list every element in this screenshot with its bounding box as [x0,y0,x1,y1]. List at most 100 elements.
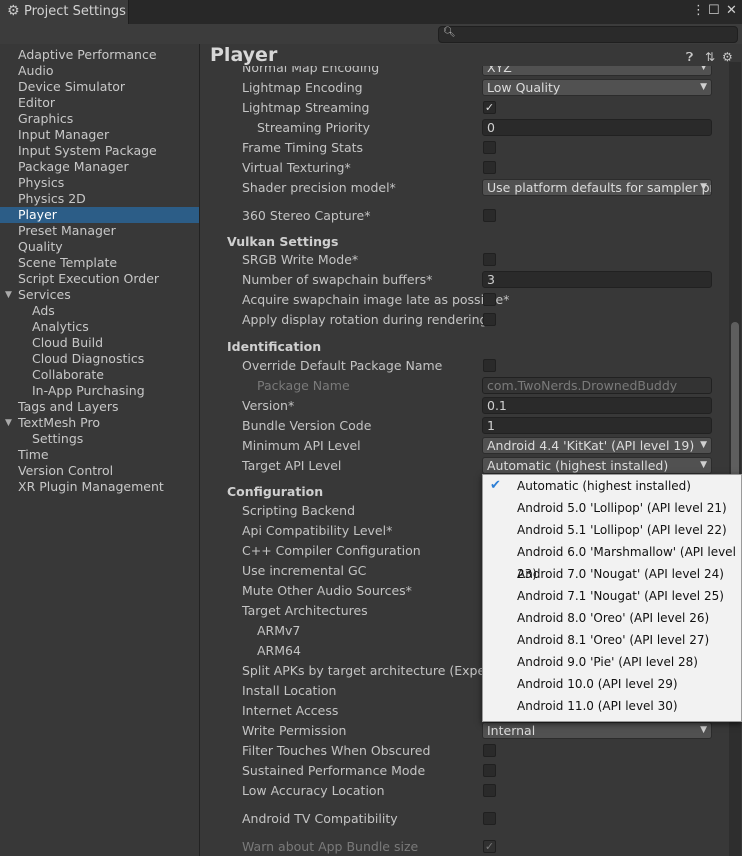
chevron-down-icon: ▼ [700,66,707,72]
dropdown-option-android-6-0-marshmallow-api-level-23[interactable]: Android 6.0 'Marshmallow' (API level 23) [483,541,741,581]
package-name-field: com.TwoNerds.DrownedBuddy [482,377,712,394]
android-tv-compatibility-checkbox[interactable] [483,812,496,825]
streaming-priority-field[interactable]: 0 [482,119,712,136]
sidebar-item-label: Settings [32,431,84,446]
sidebar-item-input-manager[interactable]: Input Manager [0,127,199,143]
sidebar-item-label: Graphics [18,111,74,126]
sidebar-item-services[interactable]: ▼ Services [0,287,199,303]
setting-label: Write Permission [242,723,347,738]
sidebar-item-label: Preset Manager [18,223,116,238]
sidebar-item-label: Player [18,207,57,222]
sidebar-item-ads[interactable]: Ads [0,303,199,319]
sidebar-item-player[interactable]: Player [0,207,199,223]
sidebar-item-audio[interactable]: Audio [0,63,199,79]
dropdown-value: Internal [487,723,536,738]
search-input[interactable]: 🔍︎ [438,26,738,43]
dropdown-option-automatic-highest-installed[interactable]: ✔ Automatic (highest installed) [483,475,741,497]
window-tab[interactable]: ⚙ Project Settings [0,0,129,24]
shader-precision-model-dropdown[interactable]: Use platform defaults for sampler precis… [482,179,712,196]
setting-label: ARM64 [257,643,301,658]
sidebar-item-tags-and-layers[interactable]: Tags and Layers [0,399,199,415]
sidebar-item-editor[interactable]: Editor [0,95,199,111]
setting-row-warn-about-app-bundle-size: Warn about App Bundle size ✓ [200,837,730,856]
expand-arrow-icon[interactable]: ▼ [5,415,12,431]
sidebar-item-cloud-build[interactable]: Cloud Build [0,335,199,351]
low-accuracy-location-checkbox[interactable] [483,784,496,797]
srgb-write-mode-checkbox[interactable] [483,253,496,266]
help-icon[interactable]: ❓︎ [686,50,693,65]
sustained-performance-mode-checkbox[interactable] [483,764,496,777]
sidebar-item-textmesh-pro[interactable]: ▼ TextMesh Pro [0,415,199,431]
dropdown-option-android-7-1-nougat-api-level-25[interactable]: Android 7.1 'Nougat' (API level 25) [483,585,741,607]
dropdown-option-android-7-0-nougat-api-level-24[interactable]: Android 7.0 'Nougat' (API level 24) [483,563,741,585]
dropdown-option-android-8-1-oreo-api-level-27[interactable]: Android 8.1 'Oreo' (API level 27) [483,629,741,651]
sidebar-item-quality[interactable]: Quality [0,239,199,255]
dropdown-option-android-5-1-lollipop-api-level-22[interactable]: Android 5.1 'Lollipop' (API level 22) [483,519,741,541]
sidebar-item-device-simulator[interactable]: Device Simulator [0,79,199,95]
dropdown-option-android-5-0-lollipop-api-level-21[interactable]: Android 5.0 'Lollipop' (API level 21) [483,497,741,519]
sidebar-item-in-app-purchasing[interactable]: In-App Purchasing [0,383,199,399]
more-options-icon[interactable]: ⋮ [692,3,705,18]
expand-arrow-icon[interactable]: ▼ [5,287,12,303]
sidebar-item-input-system-package[interactable]: Input System Package [0,143,199,159]
sidebar-item-label: Analytics [32,319,89,334]
filter-touches-when-obscured-checkbox[interactable] [483,744,496,757]
sidebar-item-graphics[interactable]: Graphics [0,111,199,127]
bundle-version-code-field[interactable]: 1 [482,417,712,434]
sidebar-item-settings[interactable]: Settings [0,431,199,447]
number-of-swapchain-buffers-field[interactable]: 3 [482,271,712,288]
setting-label: ARMv7 [257,623,301,638]
normal-map-encoding-dropdown[interactable]: XYZ ▼ [482,66,712,76]
section-header[interactable]: Vulkan Settings [227,234,338,249]
override-default-package-name-checkbox[interactable] [483,359,496,372]
apply-display-rotation-during-rendering-checkbox[interactable] [483,313,496,326]
section-header[interactable]: Identification [227,339,321,354]
setting-row-number-of-swapchain-buffers: Number of swapchain buffers* 3 [200,270,730,290]
sidebar-item-preset-manager[interactable]: Preset Manager [0,223,199,239]
sidebar-item-xr-plugin-management[interactable]: XR Plugin Management [0,479,199,495]
360-stereo-capture-checkbox[interactable] [483,209,496,222]
dropdown-option-android-10-0-api-level-29[interactable]: Android 10.0 (API level 29) [483,673,741,695]
virtual-texturing-checkbox[interactable] [483,161,496,174]
sidebar-item-adaptive-performance[interactable]: Adaptive Performance [0,47,199,63]
sidebar-item-script-execution-order[interactable]: Script Execution Order [0,271,199,287]
lightmap-streaming-checkbox[interactable]: ✓ [483,101,496,114]
scrollbar-thumb[interactable] [731,322,739,482]
version-field[interactable]: 0.1 [482,397,712,414]
dropdown-option-android-8-0-oreo-api-level-26[interactable]: Android 8.0 'Oreo' (API level 26) [483,607,741,629]
setting-row-srgb-write-mode: SRGB Write Mode* [200,250,730,270]
sidebar-item-version-control[interactable]: Version Control [0,463,199,479]
setting-label: Acquire swapchain image late as possible… [242,292,510,307]
dropdown-option-android-11-0-api-level-30[interactable]: Android 11.0 (API level 30) [483,695,741,717]
write-permission-dropdown[interactable]: Internal ▼ [482,722,712,739]
dropdown-option-android-9-0-pie-api-level-28[interactable]: Android 9.0 'Pie' (API level 28) [483,651,741,673]
setting-label: SRGB Write Mode* [242,252,359,267]
preset-icon[interactable]: ⇅ [705,50,715,64]
maximize-icon[interactable]: ☐ [708,3,720,18]
frame-timing-stats-checkbox[interactable] [483,141,496,154]
sidebar-item-time[interactable]: Time [0,447,199,463]
sidebar-item-collaborate[interactable]: Collaborate [0,367,199,383]
sidebar-item-physics-2d[interactable]: Physics 2D [0,191,199,207]
setting-label: Target API Level [242,458,342,473]
setting-row-filter-touches-when-obscured: Filter Touches When Obscured [200,741,730,761]
chevron-down-icon: ▼ [700,460,707,470]
minimum-api-level-dropdown[interactable]: Android 4.4 'KitKat' (API level 19) ▼ [482,437,712,454]
sidebar-item-physics[interactable]: Physics [0,175,199,191]
setting-label: Bundle Version Code [242,418,372,433]
sidebar-item-package-manager[interactable]: Package Manager [0,159,199,175]
sidebar-item-cloud-diagnostics[interactable]: Cloud Diagnostics [0,351,199,367]
setting-label: Virtual Texturing* [242,160,351,175]
sidebar-item-scene-template[interactable]: Scene Template [0,255,199,271]
sidebar-item-analytics[interactable]: Analytics [0,319,199,335]
section-header[interactable]: Configuration [227,484,323,499]
warn-about-app-bundle-size-checkbox: ✓ [483,840,496,853]
acquire-swapchain-image-late-as-possible-checkbox[interactable] [483,293,496,306]
search-bar: 🔍︎ [0,24,742,44]
sidebar-item-label: TextMesh Pro [18,415,100,430]
settings-sidebar: Adaptive Performance Audio Device Simulato… [0,44,200,856]
sidebar-item-label: Physics 2D [18,191,86,206]
lightmap-encoding-dropdown[interactable]: Low Quality ▼ [482,79,712,96]
target-api-level-dropdown[interactable]: Automatic (highest installed) ▼ [482,457,712,474]
close-icon[interactable]: ✕ [726,3,737,18]
